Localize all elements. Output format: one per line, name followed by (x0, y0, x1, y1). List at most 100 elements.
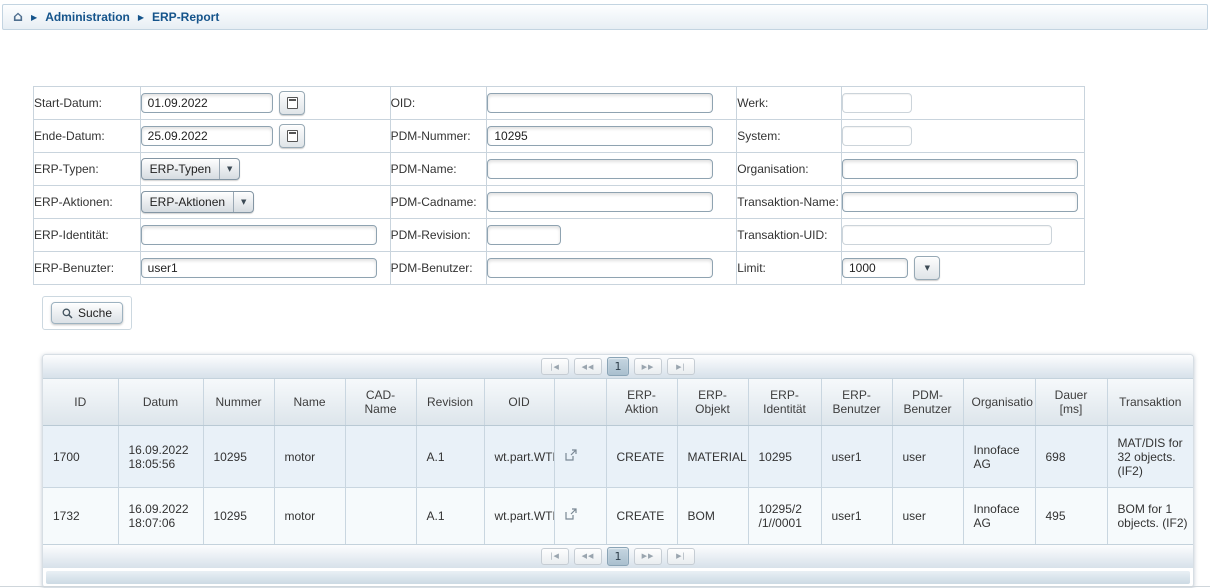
pdm-name-input[interactable] (487, 159, 713, 179)
paginator-top: |◀ ◀◀ 1 ▶▶ ▶| (43, 355, 1193, 379)
system-label: System: (737, 120, 842, 153)
chevron-down-icon: ▼ (925, 264, 930, 272)
pdm-name-label: PDM-Name: (390, 153, 487, 186)
cell-dauer: 698 (1035, 426, 1107, 488)
cell-nummer: 10295 (203, 488, 274, 544)
col-header-datum[interactable]: Datum (118, 379, 203, 426)
paginator-bottom: |◀ ◀◀ 1 ▶▶ ▶| (43, 544, 1193, 568)
start-datum-input[interactable] (141, 93, 273, 113)
start-datum-label: Start-Datum: (34, 87, 141, 120)
pager-first-button[interactable]: |◀ (541, 548, 569, 565)
pdm-revision-label: PDM-Revision: (390, 219, 487, 252)
breadcrumb-item-administration[interactable]: Administration (45, 10, 130, 24)
col-header-erp-aktion[interactable]: ERP-Aktion (606, 379, 677, 426)
erp-aktionen-label: ERP-Aktionen: (34, 186, 141, 219)
suche-button[interactable]: Suche (51, 302, 123, 324)
pdm-nummer-input[interactable] (487, 126, 713, 146)
pager-next-button[interactable]: ▶▶ (634, 548, 662, 565)
search-button-container: Suche (42, 296, 132, 330)
chevron-down-icon: ▼ (241, 198, 246, 206)
col-header-erp-identitaet[interactable]: ERP-Identität (748, 379, 821, 426)
cell-cad-name (345, 426, 416, 488)
breadcrumb: ⌂ ▶ Administration ▶ ERP-Report (2, 4, 1208, 30)
col-header-erp-objekt[interactable]: ERP-Objekt (677, 379, 748, 426)
pager-page-1-button[interactable]: 1 (607, 357, 629, 376)
cell-id: 1732 (43, 488, 118, 544)
erp-identitaet-input[interactable] (141, 225, 377, 245)
breadcrumb-item-erp-report[interactable]: ERP-Report (152, 10, 219, 24)
cell-organisation: Innoface AG (963, 488, 1035, 544)
pager-page-1-button[interactable]: 1 (607, 547, 629, 566)
erp-identitaet-label: ERP-Identität: (34, 219, 141, 252)
col-header-cad-name[interactable]: CAD-Name (345, 379, 416, 426)
calendar-icon (287, 130, 298, 142)
cell-revision: A.1 (416, 426, 484, 488)
chevron-right-icon: ▶ (31, 13, 37, 22)
werk-input[interactable] (842, 93, 912, 113)
cell-erp-benutzer: user1 (821, 426, 892, 488)
home-icon[interactable]: ⌂ (13, 10, 23, 24)
ende-datum-calendar-button[interactable] (279, 124, 305, 148)
cell-link (554, 488, 606, 544)
limit-dropdown-button[interactable]: ▼ (914, 256, 940, 280)
pager-next-button[interactable]: ▶▶ (634, 358, 662, 375)
search-icon (62, 308, 73, 319)
table-row: 1700 16.09.2022 18:05:56 10295 motor A.1… (43, 426, 1193, 488)
col-header-dauer[interactable]: Dauer [ms] (1035, 379, 1107, 426)
pager-last-button[interactable]: ▶| (667, 548, 695, 565)
pdm-nummer-label: PDM-Nummer: (390, 120, 487, 153)
ende-datum-input[interactable] (141, 126, 273, 146)
pdm-benutzer-label: PDM-Benutzer: (390, 252, 487, 285)
col-header-id[interactable]: ID (43, 379, 118, 426)
results-table: ID Datum Nummer Name CAD-Name Revision O… (43, 379, 1193, 544)
oid-input[interactable] (487, 93, 713, 113)
col-header-erp-benutzer[interactable]: ERP-Benutzer (821, 379, 892, 426)
page-bottom-divider (0, 586, 1210, 587)
pager-first-button[interactable]: |◀ (541, 358, 569, 375)
erp-typen-dropdown[interactable]: ERP-Typen ▼ (141, 158, 241, 180)
col-header-pdm-benutzer[interactable]: PDM-Benutzer (892, 379, 963, 426)
cell-pdm-benutzer: user (892, 488, 963, 544)
pdm-benutzer-input[interactable] (487, 258, 713, 278)
suche-button-label: Suche (78, 306, 112, 320)
oid-label: OID: (390, 87, 487, 120)
cell-oid: wt.part.WTP (484, 488, 554, 544)
pdm-revision-input[interactable] (487, 225, 561, 245)
search-form: Start-Datum: OID: Werk: Ende-Datum: PDM-… (33, 86, 1085, 285)
cell-organisation: Innoface AG (963, 426, 1035, 488)
col-header-transaktion[interactable]: Transaktion (1107, 379, 1193, 426)
open-link-icon[interactable] (565, 449, 577, 461)
transaktion-uid-label: Transaktion-UID: (737, 219, 842, 252)
erp-typen-label: ERP-Typen: (34, 153, 141, 186)
pager-prev-button[interactable]: ◀◀ (574, 548, 602, 565)
cell-link (554, 426, 606, 488)
start-datum-calendar-button[interactable] (279, 91, 305, 115)
cell-revision: A.1 (416, 488, 484, 544)
organisation-input[interactable] (842, 159, 1078, 179)
pager-prev-button[interactable]: ◀◀ (574, 358, 602, 375)
erp-benuzter-input[interactable] (141, 258, 377, 278)
limit-input[interactable] (842, 258, 908, 278)
open-link-icon[interactable] (565, 508, 577, 520)
erp-aktionen-dropdown[interactable]: ERP-Aktionen ▼ (141, 191, 255, 213)
cell-erp-identitaet: 10295 (748, 426, 821, 488)
limit-label: Limit: (737, 252, 842, 285)
col-header-name[interactable]: Name (274, 379, 345, 426)
cell-erp-benutzer: user1 (821, 488, 892, 544)
transaktion-name-input[interactable] (842, 192, 1078, 212)
pdm-cadname-input[interactable] (487, 192, 713, 212)
cell-pdm-benutzer: user (892, 426, 963, 488)
table-header-row: ID Datum Nummer Name CAD-Name Revision O… (43, 379, 1193, 426)
col-header-nummer[interactable]: Nummer (203, 379, 274, 426)
erp-aktionen-dropdown-value: ERP-Aktionen (142, 192, 233, 212)
col-header-organisation[interactable]: Organisatio (963, 379, 1035, 426)
system-input[interactable] (842, 126, 912, 146)
ende-datum-label: Ende-Datum: (34, 120, 141, 153)
organisation-label: Organisation: (737, 153, 842, 186)
col-header-oid[interactable]: OID (484, 379, 554, 426)
col-header-revision[interactable]: Revision (416, 379, 484, 426)
cell-id: 1700 (43, 426, 118, 488)
transaktion-uid-input[interactable] (842, 225, 1052, 245)
cell-transaktion: BOM for 1 objects. (IF2) (1107, 488, 1193, 544)
pager-last-button[interactable]: ▶| (667, 358, 695, 375)
